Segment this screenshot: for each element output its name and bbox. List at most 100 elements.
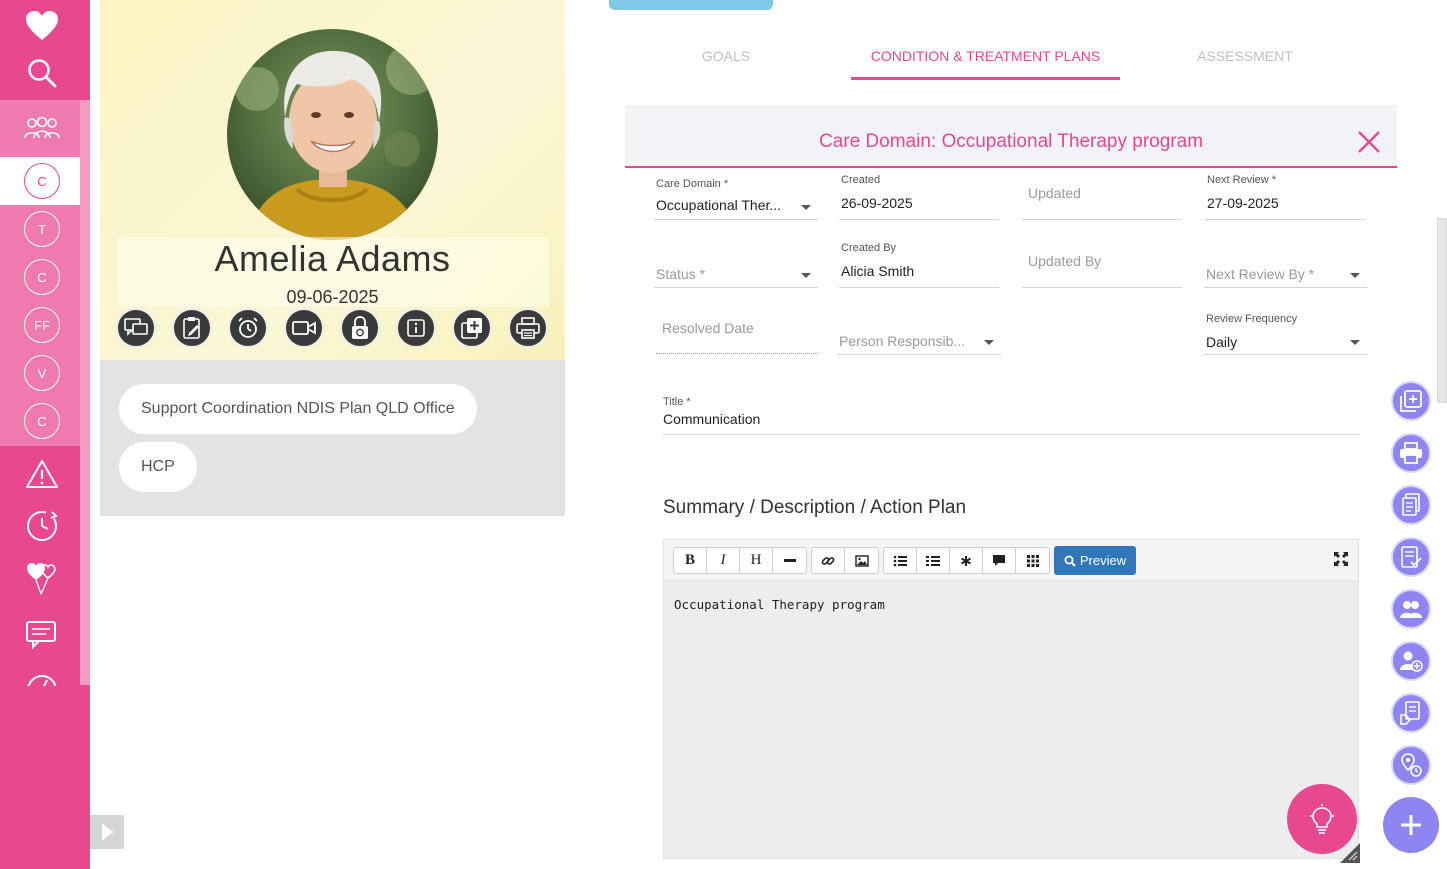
- sidebar-client-t[interactable]: T: [24, 211, 60, 247]
- tab-condition-treatment-plans[interactable]: CONDITION & TREATMENT PLANS: [851, 48, 1120, 64]
- person-responsible-select[interactable]: Person Responsib...: [839, 333, 999, 349]
- tag-support-coordination[interactable]: Support Coordination NDIS Plan QLD Offic…: [119, 384, 477, 434]
- alarm-clock-icon: [238, 317, 258, 338]
- info-button[interactable]: [396, 308, 436, 348]
- updated-by-field: Updated By: [1028, 253, 1184, 269]
- review-frequency-value: Daily: [1206, 334, 1238, 350]
- created-value: 26-09-2025: [841, 195, 913, 211]
- location-fab[interactable]: [1391, 745, 1431, 785]
- table-button[interactable]: [1016, 548, 1049, 573]
- notes-button[interactable]: [172, 308, 212, 348]
- markdown-editor[interactable]: B I H Preview Occupational Therapy progr…: [663, 539, 1359, 859]
- clipboard-edit-icon: [183, 317, 200, 339]
- bullet-list-button[interactable]: [884, 548, 917, 573]
- lightbulb-icon: [1310, 804, 1334, 834]
- page-scrollbar[interactable]: [1437, 218, 1447, 403]
- title-underline: [663, 434, 1359, 435]
- add-fab[interactable]: [1383, 797, 1439, 853]
- status-underline: [654, 287, 818, 288]
- add-user-fab[interactable]: [1391, 641, 1431, 681]
- checklist-fab[interactable]: [1391, 537, 1431, 577]
- care-domain-label: Care Domain *: [656, 178, 729, 190]
- tips-button[interactable]: [1287, 784, 1357, 854]
- italic-button[interactable]: I: [707, 548, 740, 573]
- numbered-list-button[interactable]: [917, 548, 950, 573]
- team-fab[interactable]: [1391, 589, 1431, 629]
- users-icon: [1400, 601, 1422, 618]
- expand-panel-button[interactable]: [90, 815, 124, 849]
- lock-refresh-button[interactable]: [340, 308, 380, 348]
- review-frequency-select[interactable]: Review Frequency Daily: [1206, 313, 1366, 350]
- sidebar-client-c2[interactable]: C: [24, 259, 60, 295]
- comment-button[interactable]: [983, 548, 1016, 573]
- add-copy-fab[interactable]: [1391, 381, 1431, 421]
- sidebar-client-c3[interactable]: C: [24, 403, 60, 439]
- link-icon: [821, 556, 835, 565]
- copy-add-icon: [461, 318, 482, 339]
- tab-goals[interactable]: GOALS: [676, 48, 776, 64]
- heart-balloons-icon[interactable]: [22, 560, 62, 596]
- client-name: Amelia Adams: [214, 238, 451, 279]
- warning-icon[interactable]: [22, 456, 62, 492]
- bold-button[interactable]: B: [674, 548, 707, 573]
- documents-fab[interactable]: [1391, 485, 1431, 525]
- image-icon: [854, 554, 869, 567]
- people-icon[interactable]: [22, 111, 62, 147]
- preview-button[interactable]: Preview: [1054, 546, 1136, 575]
- next-review-by-select[interactable]: Next Review By *: [1206, 266, 1366, 282]
- messages-button[interactable]: [116, 308, 156, 348]
- next-review-label: Next Review *: [1207, 174, 1277, 186]
- client-date: 09-06-2025: [286, 287, 379, 307]
- next-review-by-chevron-icon: [1350, 273, 1360, 278]
- notes-fab[interactable]: [1391, 693, 1431, 733]
- next-review-underline: [1205, 219, 1366, 220]
- print-button[interactable]: [508, 308, 548, 348]
- tab-assessment[interactable]: ASSESSMENT: [1185, 48, 1305, 64]
- updated-by-placeholder: Updated By: [1028, 253, 1102, 269]
- updated-by-underline: [1022, 287, 1182, 288]
- heart-icon[interactable]: [22, 8, 62, 44]
- image-button[interactable]: [845, 548, 878, 573]
- top-action-button[interactable]: [609, 0, 773, 10]
- heading-button[interactable]: H: [740, 548, 773, 573]
- resolved-date-field[interactable]: Resolved Date: [662, 320, 818, 336]
- map-pin-refresh-icon: [1401, 753, 1422, 777]
- clock-refresh-icon[interactable]: [22, 508, 62, 544]
- video-button[interactable]: [284, 308, 324, 348]
- chat-icon[interactable]: [22, 616, 62, 652]
- gauge-icon[interactable]: [22, 670, 62, 686]
- created-by-value: Alicia Smith: [841, 263, 915, 279]
- created-field: Created 26-09-2025: [841, 174, 1001, 211]
- checklist-icon: [1401, 546, 1422, 568]
- horizontal-rule-button[interactable]: [773, 548, 806, 573]
- status-select[interactable]: Status *: [656, 266, 816, 282]
- comment-icon: [993, 555, 1005, 566]
- alarm-button[interactable]: [228, 308, 268, 348]
- profile-action-row: [116, 308, 548, 348]
- next-review-field[interactable]: Next Review * 27-09-2025: [1207, 174, 1367, 211]
- add-document-button[interactable]: [452, 308, 492, 348]
- document-stack-icon: [1402, 493, 1420, 516]
- print-fab[interactable]: [1391, 433, 1431, 473]
- sidebar-client-c1[interactable]: C: [24, 163, 60, 199]
- title-label: Title *: [663, 396, 691, 408]
- resolved-date-underline: [656, 353, 818, 354]
- close-button[interactable]: [1356, 129, 1382, 155]
- editor-content[interactable]: Occupational Therapy program: [674, 597, 885, 612]
- sidebar-scrollbar[interactable]: [80, 100, 90, 685]
- person-responsible-chevron-icon: [984, 340, 994, 345]
- sidebar-client-ff[interactable]: FF: [24, 307, 60, 343]
- next-review-by-placeholder: Next Review By *: [1206, 266, 1315, 282]
- status-chevron-icon: [801, 273, 811, 278]
- title-field[interactable]: Title * Communication: [663, 396, 1359, 427]
- asterisk-button[interactable]: [950, 548, 983, 573]
- created-by-label: Created By: [841, 242, 897, 254]
- search-icon[interactable]: [22, 55, 62, 91]
- link-button[interactable]: [812, 548, 845, 573]
- sidebar-client-v[interactable]: V: [24, 355, 60, 391]
- care-domain-select[interactable]: Care Domain * Occupational Ther...: [656, 178, 818, 222]
- copy-add-icon: [1400, 390, 1422, 412]
- fullscreen-button[interactable]: [1332, 550, 1350, 568]
- person-responsible-underline: [837, 354, 1001, 355]
- tag-hcp[interactable]: HCP: [119, 442, 197, 492]
